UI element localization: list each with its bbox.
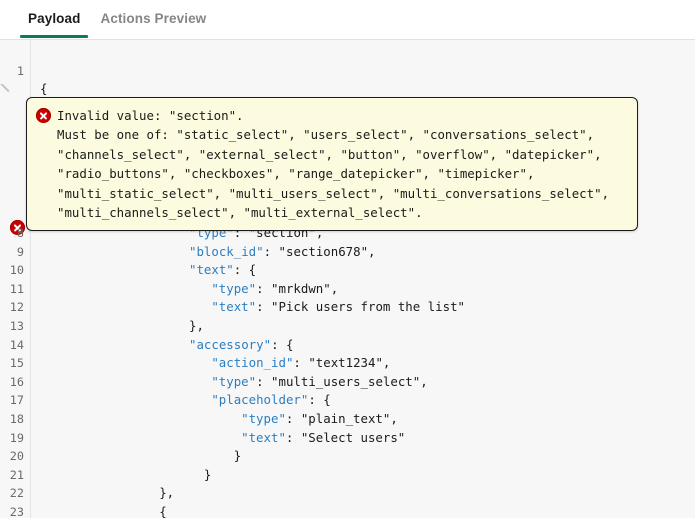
code-text: "text": { [189, 261, 256, 280]
line-number: 11 [9, 281, 24, 296]
json-key-token: "type" [211, 280, 257, 296]
code-line[interactable]: 22}, [0, 484, 695, 503]
json-punc-token: : [285, 429, 301, 445]
code-text: "block_id": "section678", [189, 243, 376, 262]
code-line[interactable]: 21} [0, 466, 695, 485]
json-key-token: "placeholder" [211, 392, 309, 408]
line-number: 23 [9, 505, 24, 518]
json-punc-token: : [256, 373, 272, 389]
code-line[interactable]: 16 "type": "multi_users_select", [0, 373, 695, 392]
code-line[interactable]: 15 "action_id": "text1234", [0, 354, 695, 373]
json-punc-token: : { [308, 392, 331, 408]
error-tooltip-text: "radio_buttons", "checkboxes", "range_da… [57, 166, 535, 182]
json-punc-token: : [293, 355, 309, 371]
code-text: "type": "mrkdwn", [211, 280, 338, 299]
json-str-token: "plain_text", [300, 411, 398, 426]
code-text: { [159, 503, 166, 518]
json-key-token: "type" [211, 373, 257, 389]
tab-actions-preview[interactable]: Actions Preview [90, 0, 216, 37]
line-number: 19 [9, 430, 24, 445]
json-punc-token: : [263, 243, 279, 259]
json-key-token: "action_id" [211, 355, 294, 371]
tab-payload-label: Payload [28, 11, 81, 26]
code-text: "type": "plain_text", [241, 410, 398, 429]
code-line[interactable]: 11 "type": "mrkdwn", [0, 280, 695, 299]
code-line[interactable]: 18 "type": "plain_text", [0, 410, 695, 429]
error-tooltip: Invalid value: "section". Must be one of:… [26, 97, 638, 232]
json-key-token: "text" [241, 429, 286, 445]
json-str-token: "Pick users from the list" [271, 299, 465, 315]
line-number: 16 [9, 374, 24, 389]
json-str-token: "multi_users_select", [271, 373, 428, 389]
code-text: "action_id": "text1234", [211, 354, 390, 373]
line-number: 14 [9, 337, 24, 352]
json-str-token: "mrkdwn", [271, 280, 339, 296]
json-code-editor[interactable]: 1 { 8 "type": "section", 9 "block_id": "sec… [0, 40, 695, 518]
code-text: "accessory": { [189, 336, 293, 355]
json-str-token: "text1234", [308, 355, 391, 371]
line-number: 8 [16, 226, 24, 240]
code-line[interactable]: 9 "block_id": "section678", [0, 243, 695, 262]
code-line[interactable]: 12 "text": "Pick users from the list" [0, 298, 695, 317]
json-str-token: "section678", [278, 243, 376, 259]
code-text: "type": "multi_users_select", [211, 373, 427, 392]
line-number: 17 [9, 393, 24, 408]
error-circle-x-icon [36, 108, 51, 123]
code-text: } [204, 466, 211, 485]
code-line[interactable]: 19 "text": "Select users" [0, 429, 695, 448]
json-punc-token: : [256, 299, 272, 315]
error-tooltip-text: Must be one of: "static_select", "users_… [57, 127, 595, 143]
code-text: }, [159, 484, 174, 503]
code-line[interactable]: 20} [0, 447, 695, 466]
error-tooltip-text: "multi_channels_select", "multi_external… [57, 205, 423, 221]
line-number: 18 [9, 412, 24, 426]
code-text: "placeholder": { [211, 391, 330, 410]
error-tooltip-text: "channels_select", "external_select", "b… [57, 146, 602, 162]
json-key-token: "type" [241, 411, 286, 426]
error-tooltip-line: "multi_static_select", "multi_users_sele… [37, 184, 627, 203]
tab-actions-preview-label: Actions Preview [100, 11, 207, 26]
error-tooltip-text: Invalid value: "section". [57, 108, 244, 123]
line-number: 9 [16, 244, 24, 259]
json-punc-token: : { [271, 336, 294, 352]
json-punc-token: : [256, 280, 272, 296]
line-number: 21 [9, 467, 24, 482]
json-punc-token: }, [189, 318, 204, 333]
code-text: }, [189, 317, 204, 336]
code-text: } [234, 447, 241, 466]
error-tooltip-line: "radio_buttons", "checkboxes", "range_da… [37, 164, 627, 183]
json-key-token: "text" [211, 299, 257, 315]
json-punc-token: { [159, 504, 167, 518]
line-number: 13 [9, 319, 24, 333]
code-line[interactable]: 10 "text": { [0, 261, 695, 280]
line-number: 15 [9, 356, 24, 371]
json-str-token: "Select users" [300, 429, 406, 445]
tab-bar: Payload Actions Preview [0, 0, 695, 40]
code-line[interactable]: 17 "placeholder": { [0, 391, 695, 410]
code-line[interactable]: 23 { [0, 503, 695, 518]
json-key-token: "accessory" [189, 336, 272, 352]
json-key-token: "text" [189, 262, 234, 278]
tab-payload[interactable]: Payload [18, 0, 90, 37]
error-tooltip-text: "multi_static_select", "multi_users_sele… [57, 185, 610, 201]
code-text: "text": "Pick users from the list" [211, 298, 465, 317]
error-tooltip-line: "channels_select", "external_select", "b… [37, 145, 627, 164]
code-line[interactable]: 14 "accessory": { [0, 336, 695, 355]
json-punc-token: : { [233, 262, 257, 278]
json-key-token: "block_id" [189, 243, 264, 259]
json-punc-token: }, [159, 485, 175, 501]
code-text: "text": "Select users" [241, 429, 405, 448]
error-tooltip-line: Must be one of: "static_select", "users_… [37, 125, 627, 144]
error-tooltip-line: "multi_channels_select", "multi_external… [37, 203, 627, 222]
code-line[interactable]: 13}, [0, 317, 695, 336]
line-number: 10 [9, 263, 24, 278]
line-number: 12 [9, 300, 24, 315]
error-tooltip-line: Invalid value: "section". [36, 106, 627, 125]
line-number: 20 [9, 449, 24, 464]
json-punc-token: } [233, 448, 242, 464]
line-number: 22 [9, 486, 24, 501]
json-punc-token: } [203, 466, 212, 482]
json-punc-token: : [285, 411, 301, 426]
